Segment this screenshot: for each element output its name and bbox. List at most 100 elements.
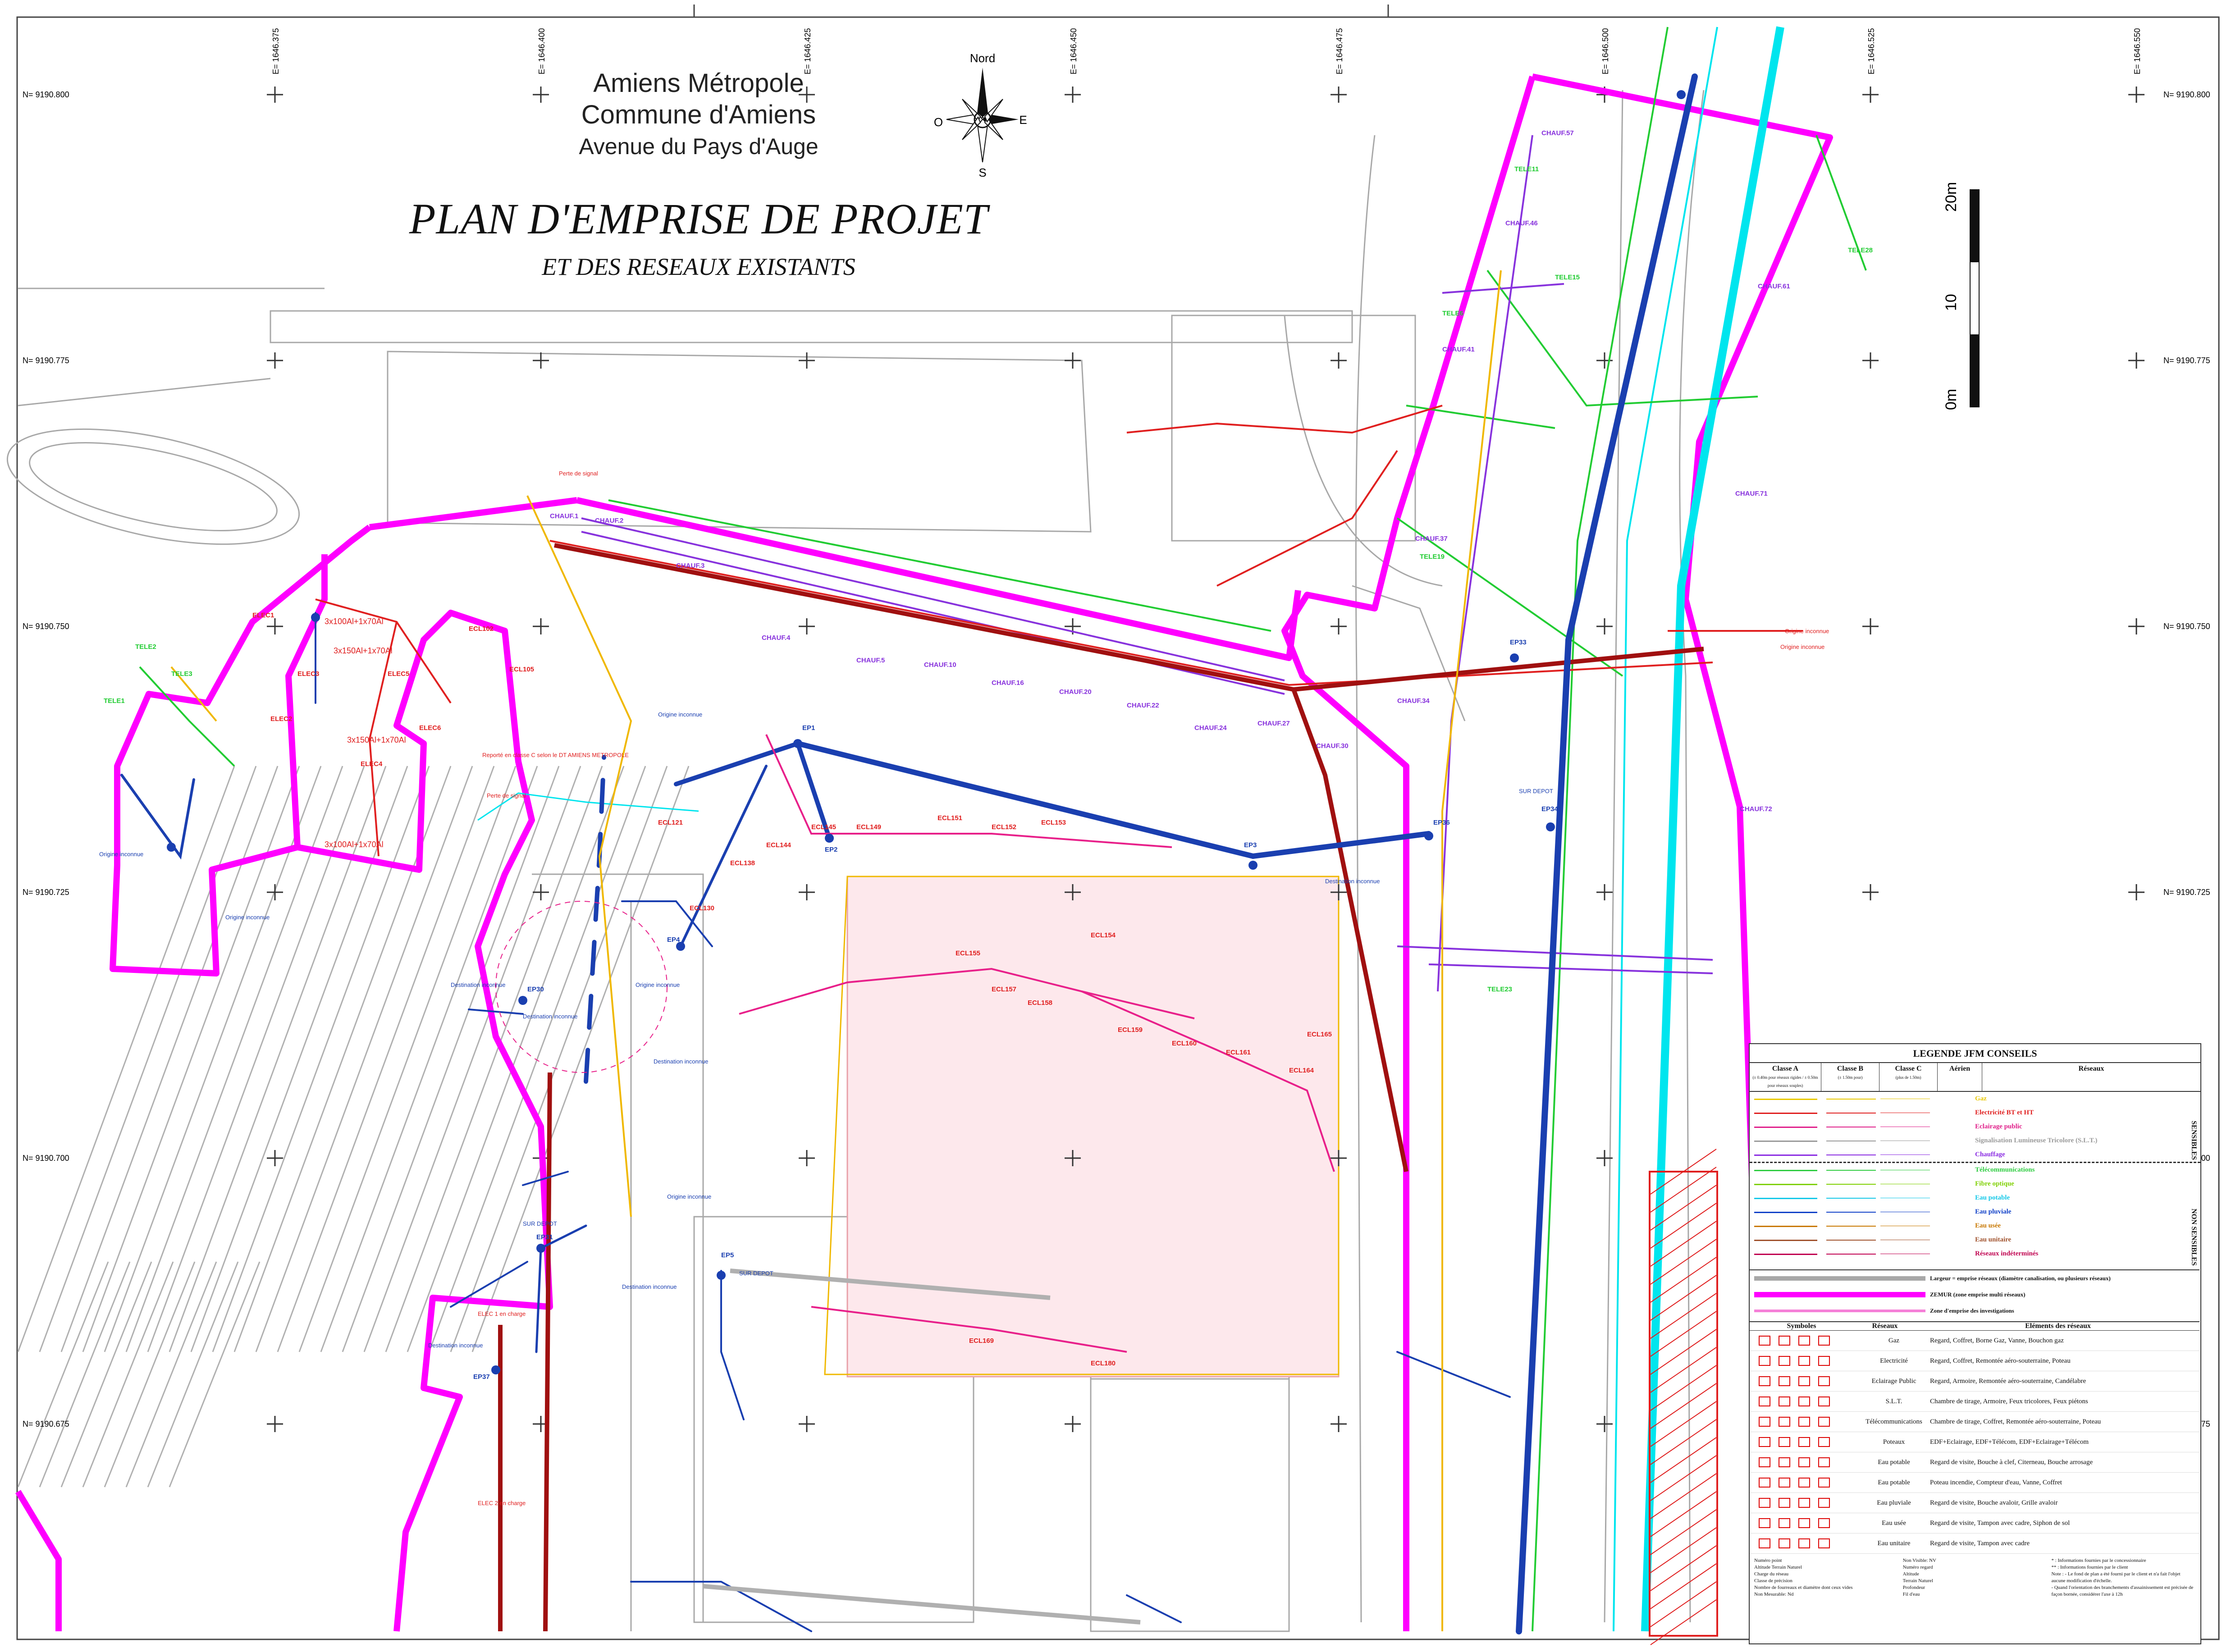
legend-symbol-elements: Regard de visite, Tampon avec cadre: [1930, 1539, 2030, 1547]
network-point-label: CHAUF.57: [1541, 129, 1574, 137]
network-point-label: CHAUF.27: [1257, 720, 1290, 727]
grid-easting-label: E= 1646.475: [1335, 28, 1344, 74]
network-point-label: ELEC2: [270, 715, 292, 723]
network-point-label: TELE23: [1487, 986, 1512, 993]
network-point-label: ECL102: [469, 625, 494, 633]
legend-network-name: Chauffage: [1975, 1151, 2005, 1158]
legend-network-name: Gaz: [1975, 1095, 1987, 1102]
network-point-label: ELEC3: [297, 670, 319, 678]
grid-cross: [1331, 1416, 1347, 1432]
legend-title: LEGENDE JFM CONSEILS: [1913, 1048, 2037, 1059]
network-point-label: ECL152: [992, 823, 1016, 831]
grid-northing-label: N= 9190.750: [23, 622, 69, 631]
network-point-label: CHAUF.4: [762, 634, 791, 642]
legend-footer-line: Altitude: [1902, 1571, 1919, 1577]
grid-cross: [267, 618, 283, 634]
network-point-label: CHAUF.1: [550, 512, 578, 520]
legend-col-a-label: Classe A: [1772, 1065, 1799, 1072]
annot-sur-depot-3: SUR DEPOT: [1519, 788, 1553, 794]
network-point-label: CHAUF.71: [1735, 490, 1768, 497]
legend-network-name: Eau usée: [1975, 1222, 2001, 1229]
legend-symbol-network: Eau potable: [1878, 1479, 1910, 1486]
grid-cross: [1596, 1416, 1613, 1432]
grid-cross: [1331, 352, 1347, 369]
plan-title: PLAN D'EMPRISE DE PROJET: [409, 195, 988, 243]
grid-northing-label: N= 9190.725: [2163, 888, 2210, 897]
title-block: Amiens Métropole Commune d'Amiens Avenue…: [406, 68, 992, 281]
grid-cross: [533, 618, 549, 634]
legend-emprise-1: Largeur = emprise réseaux (diamètre cana…: [1930, 1275, 2111, 1282]
network-point-label: ELEC6: [419, 724, 441, 732]
legend-network-row: Télécommunications: [1750, 1162, 2200, 1177]
annot-origine-5: Origine inconnue: [1780, 643, 1824, 650]
annot-origine-7: Origine inconnue: [99, 851, 143, 858]
legend-symbol-row: Electricité Regard, Coffret, Remontée aér…: [1750, 1351, 2199, 1371]
legend-symbol-network: S.L.T.: [1885, 1397, 1902, 1405]
network-point-label: TELE11: [1514, 165, 1539, 173]
legend-symbol-row: Eclairage Public Regard, Armoire, Remonté…: [1750, 1371, 2199, 1392]
network-point-label: CHAUF.46: [1505, 219, 1538, 227]
sym-col-symbols: Symboles: [1787, 1322, 1816, 1330]
grid-cross: [267, 884, 283, 900]
legend-col-b-label: Classe B: [1837, 1065, 1864, 1072]
legend-symbol-network: Poteaux: [1883, 1438, 1905, 1446]
network-point-label: ECL144: [766, 841, 791, 849]
network-point-label: CHAUF.10: [924, 661, 956, 669]
grid-cross: [1862, 884, 1879, 900]
legend-symbol-elements: Regard, Coffret, Remontée aéro-souterrai…: [1930, 1357, 2071, 1364]
network-point-label: EP37: [473, 1373, 490, 1381]
grid-northing-label: N= 9190.675: [23, 1419, 69, 1428]
grid-easting-label: E= 1646.375: [271, 28, 280, 74]
network-point-label: EP2: [825, 846, 837, 853]
network-point-label: EP36: [1433, 819, 1450, 826]
annot-perte-1: Perte de signal: [487, 792, 526, 799]
network-point-label: EP34: [1541, 805, 1558, 813]
grid-easting-label: E= 1646.500: [1601, 28, 1610, 74]
legend-symbol-elements: Regard de visite, Bouche avaloir, Grille…: [1930, 1499, 2058, 1506]
network-point-label: TELE3: [171, 670, 192, 678]
grid-cross: [799, 1416, 815, 1432]
legend-col-c: Classe C (plus de 1.50m): [1879, 1063, 1938, 1091]
legend-symbol-network: Electricité: [1880, 1357, 1908, 1364]
legend-network-row: Eau potable: [1750, 1191, 2200, 1205]
grid-cross: [799, 618, 815, 634]
legend-symbol-row: Eau potable Poteau incendie, Compteur d'e…: [1750, 1473, 2199, 1493]
legend-symbol-network: Gaz: [1888, 1337, 1900, 1344]
legend-symbols-header: Symboles Réseaux Eléments des réseaux: [1750, 1322, 2199, 1331]
legend-footer: Numéro point Altitude Terrain Naturel Char…: [1750, 1554, 2199, 1602]
network-point-label: CHAUF.30: [1316, 742, 1349, 750]
compass-west: O: [934, 115, 943, 129]
annot-origine-4: Origine inconnue: [1785, 628, 1829, 634]
network-point-label: EP33: [1510, 639, 1527, 646]
annot-cable-2: 3x100Al+1x70Al: [325, 840, 384, 849]
legend-symbol-network: Eclairage Public: [1871, 1377, 1916, 1385]
network-point-label: CHAUF.16: [992, 679, 1024, 687]
annot-origine-2: Origine inconnue: [636, 981, 680, 988]
network-point-label: ECL169: [969, 1337, 994, 1345]
legend-symbol-row: Eau usée Regard de visite, Tampon avec ca…: [1750, 1513, 2199, 1533]
plan-subtitle: ET DES RESEAUX EXISTANTS: [542, 253, 855, 280]
legend-network-name: Eau unitaire: [1975, 1236, 2012, 1243]
oval-island: [6, 428, 300, 545]
legend-network-row: Gaz: [1750, 1092, 2200, 1106]
compass-north: Nord: [970, 51, 995, 65]
grid-northing-label: N= 9190.750: [2163, 622, 2210, 631]
legend-footer-line: Classe de précision: [1754, 1578, 1792, 1584]
electricite-lines: [315, 405, 1803, 857]
network-point-label: CHAUF.3: [676, 562, 704, 570]
annot-sur-depot-1: SUR DEPOT: [523, 1220, 557, 1227]
network-point-label: TELE1: [104, 697, 125, 705]
legend-symbol-row: Gaz Regard, Coffret, Borne Gaz, Vanne, Bo…: [1750, 1331, 2199, 1351]
legend-col-aerien: Aérien: [1938, 1063, 1982, 1091]
network-point-label: EP1: [802, 724, 815, 732]
legend-footer-line: Numéro point: [1754, 1558, 1782, 1563]
legend-symbol-network: Eau unitaire: [1877, 1539, 1911, 1547]
network-point-label: EP3: [1244, 841, 1257, 849]
legend-symbol-elements: Chambre de tirage, Armoire, Feux tricolo…: [1930, 1397, 2088, 1405]
network-point-label: CHAUF.34: [1397, 697, 1430, 705]
annot-sur-depot-2: SUR DEPOT: [739, 1270, 773, 1277]
network-point-label: ECL130: [690, 904, 714, 912]
title-line-3: Avenue du Pays d'Auge: [579, 134, 818, 159]
grid-cross: [799, 352, 815, 369]
network-point-label: EP5: [721, 1251, 734, 1259]
